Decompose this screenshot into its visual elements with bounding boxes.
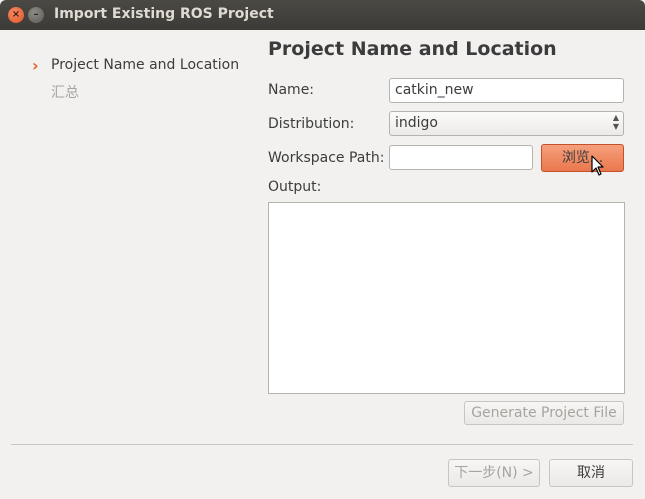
minimize-icon[interactable]: –: [28, 7, 44, 23]
name-input[interactable]: catkin_new: [389, 78, 624, 103]
browse-button[interactable]: 浏览...: [541, 144, 624, 172]
output-label: Output:: [268, 179, 322, 195]
spinner-arrows-icon: ▲ ▼: [612, 113, 619, 131]
title-bar: × – Import Existing ROS Project: [0, 0, 645, 30]
name-label: Name:: [268, 82, 315, 98]
close-icon[interactable]: ×: [8, 7, 24, 23]
sidebar-item-project-name: Project Name and Location: [51, 57, 240, 73]
window-title: Import Existing ROS Project: [54, 6, 274, 22]
workspace-path-input[interactable]: [389, 145, 533, 170]
page-title: Project Name and Location: [268, 38, 557, 60]
distribution-label: Distribution:: [268, 116, 355, 132]
output-textarea[interactable]: [268, 202, 625, 394]
distribution-value: indigo: [395, 115, 438, 131]
distribution-select[interactable]: indigo ▲ ▼: [389, 111, 624, 136]
generate-project-file-button[interactable]: Generate Project File: [464, 401, 624, 425]
cancel-button[interactable]: 取消: [549, 459, 633, 487]
divider: [11, 444, 633, 445]
sidebar-item-summary: 汇总: [51, 85, 79, 101]
chevron-right-icon: ›: [32, 56, 39, 75]
next-button[interactable]: 下一步(N) >: [448, 459, 540, 487]
workspace-path-label: Workspace Path:: [268, 150, 385, 166]
mouse-cursor-icon: [591, 155, 604, 176]
